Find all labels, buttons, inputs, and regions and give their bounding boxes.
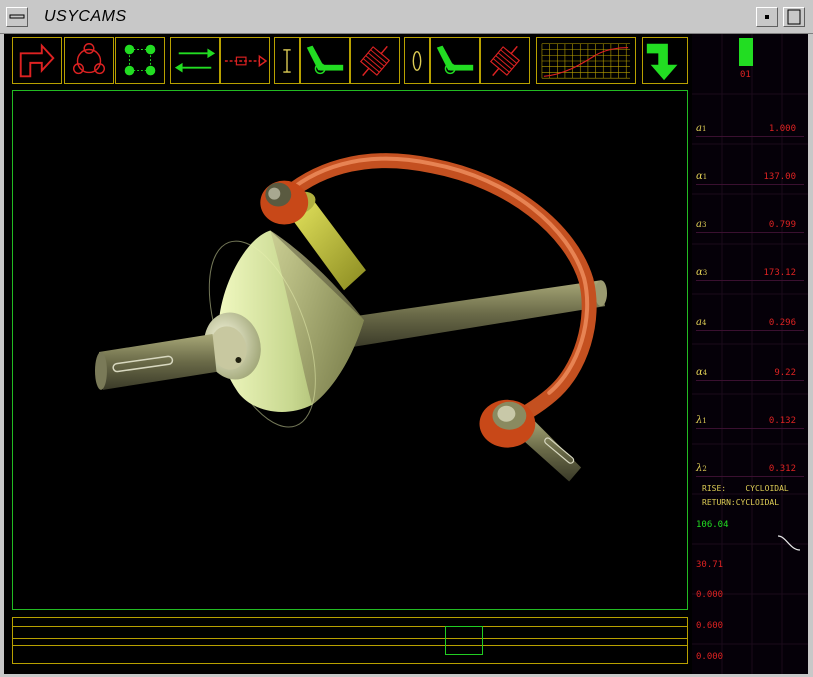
param-value[interactable]: 173.12: [763, 268, 796, 278]
param-underline: [696, 184, 804, 185]
param-underline: [696, 476, 804, 477]
app-area: 01 a1 1.000 α1 137.00 a3 0.799 α3 173.12…: [4, 34, 808, 674]
param-alpha1[interactable]: α1 137.00: [696, 162, 804, 185]
rise-motion-row[interactable]: RISE: CYCLOIDAL: [702, 484, 789, 493]
param-symbol: α3: [696, 267, 708, 278]
param-symbol: a4: [696, 317, 707, 328]
param-symbol: α4: [696, 367, 708, 378]
motion-curve-icon: [777, 535, 801, 551]
roller-follower-red2-tool[interactable]: [480, 37, 530, 84]
position-counter: 01: [740, 70, 751, 80]
slider-rail-lower: [13, 645, 687, 646]
exit-tool[interactable]: [642, 37, 688, 84]
window-frame-right: [808, 34, 813, 677]
maximize-icon[interactable]: [783, 7, 805, 27]
param-value[interactable]: 0.132: [769, 416, 796, 426]
ellipse-icon: [412, 51, 422, 71]
oscillating-follower-green2-tool[interactable]: [430, 37, 480, 84]
roller-follower-red-tool[interactable]: [350, 37, 400, 84]
red-roller-icon: [359, 45, 391, 77]
slider-rail-middle: [13, 638, 687, 639]
param-value[interactable]: 0.799: [769, 220, 796, 230]
green-lever-icon: [306, 45, 344, 75]
param-value[interactable]: 137.00: [763, 172, 796, 182]
param-lambda2[interactable]: λ2 0.312: [696, 454, 804, 477]
rotating-follower-tool[interactable]: [404, 37, 430, 84]
param-alpha3[interactable]: α3 173.12: [696, 258, 804, 281]
param-underline: [696, 380, 804, 381]
graph-grid-icon: [541, 43, 631, 79]
param-symbol: a1: [696, 123, 707, 134]
red-dashed-arrow-icon: [224, 54, 268, 68]
animation-slider[interactable]: [12, 617, 688, 664]
circle-pattern-tool[interactable]: [64, 37, 114, 84]
param-lambda1[interactable]: λ1 0.132: [696, 406, 804, 429]
green-double-arrow-icon: [174, 48, 216, 73]
green-readout: 106.04: [696, 520, 729, 530]
param-symbol: λ1: [696, 415, 707, 426]
param-a4[interactable]: a4 0.296: [696, 308, 804, 331]
param-underline: [696, 428, 804, 429]
red-arrows-tool[interactable]: [220, 37, 270, 84]
param-a1[interactable]: a1 1.000: [696, 114, 804, 137]
oscillating-follower-green-tool[interactable]: [300, 37, 350, 84]
window-titlebar[interactable]: USYCAMS: [0, 0, 813, 34]
param-symbol: α1: [696, 171, 708, 182]
red-bent-arrow-icon: [19, 43, 55, 78]
param-underline: [696, 280, 804, 281]
param-a3[interactable]: a3 0.799: [696, 210, 804, 233]
window-menu-icon[interactable]: [6, 7, 28, 27]
rise-value[interactable]: CYCLOIDAL: [745, 484, 788, 493]
green-arrows-tool[interactable]: [170, 37, 220, 84]
red-readout-1: 30.71: [696, 560, 724, 570]
return-value[interactable]: CYCLOIDAL: [736, 498, 779, 507]
slider-rail-top: [13, 626, 687, 627]
cam-orientation-tool[interactable]: [12, 37, 62, 84]
red-readout-3: 0.600: [696, 621, 724, 631]
param-value[interactable]: 1.000: [769, 124, 796, 134]
return-label: RETURN:: [702, 498, 736, 507]
param-alpha4[interactable]: α4 9.22: [696, 358, 804, 381]
red-roller-icon: [489, 45, 521, 77]
param-symbol: a3: [696, 219, 707, 230]
red-three-circles-icon: [72, 43, 106, 75]
return-motion-row[interactable]: RETURN:CYCLOIDAL: [702, 498, 779, 507]
window-title: USYCAMS: [44, 8, 127, 25]
displacement-graph-tool[interactable]: [536, 37, 636, 84]
param-underline: [696, 232, 804, 233]
param-underline: [696, 330, 804, 331]
translating-follower-tool[interactable]: [274, 37, 300, 84]
param-symbol: λ2: [696, 463, 707, 474]
green-down-arrow-icon: [646, 43, 678, 81]
cam-3d-viewport[interactable]: [12, 90, 688, 610]
cam-mechanism-render: [94, 153, 608, 482]
param-underline: [696, 136, 804, 137]
parameter-panel: 01 a1 1.000 α1 137.00 a3 0.799 α3 173.12…: [692, 34, 808, 674]
param-value[interactable]: 9.22: [774, 368, 796, 378]
minimize-icon[interactable]: [756, 7, 778, 27]
green-lever-icon: [436, 45, 474, 75]
param-value[interactable]: 0.312: [769, 464, 796, 474]
param-value[interactable]: 0.296: [769, 318, 796, 328]
slider-thumb[interactable]: [445, 626, 483, 655]
square-pattern-tool[interactable]: [115, 37, 165, 84]
green-four-dots-icon: [124, 44, 156, 76]
rise-label: RISE:: [702, 484, 727, 493]
red-readout-2: 0.000: [696, 590, 724, 600]
i-beam-icon: [283, 49, 291, 73]
position-indicator-icon: [739, 38, 753, 66]
red-readout-4: 0.000: [696, 652, 724, 662]
